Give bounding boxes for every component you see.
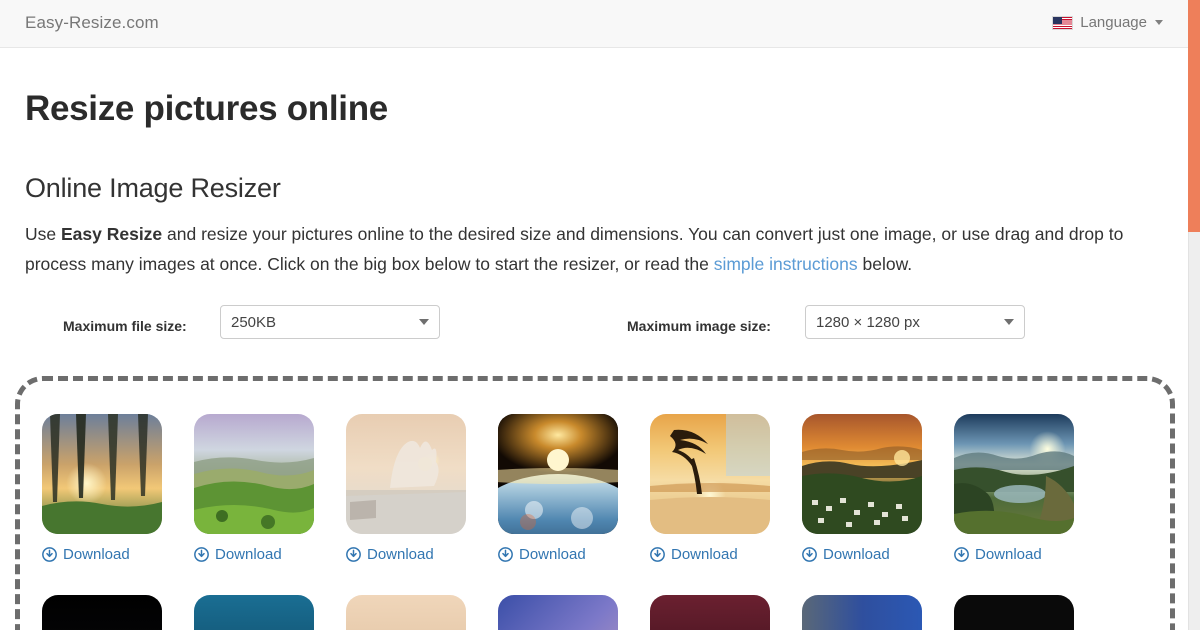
thumbnail-cell: Download [954,414,1074,563]
night-dark-thumbnail[interactable] [42,595,162,630]
thumbnail-cell: Download [954,595,1074,630]
sand-dune-thumbnail[interactable] [346,595,466,630]
purple-sky-thumbnail[interactable] [498,595,618,630]
red-dusk-thumbnail[interactable] [650,595,770,630]
us-flag-icon [1052,15,1074,30]
thumbnail-grid: Download Download Download Download Down… [42,414,1142,630]
thumbnail-cell: Download [498,595,618,630]
thumbnail-cell: Download [802,414,922,563]
image-dropzone[interactable]: Download Download Download Download Down… [15,376,1175,630]
intro-brand-bold: Easy Resize [60,224,163,244]
thumbnail-cell: Download [650,595,770,630]
download-label: Download [519,546,586,563]
thumbnail-cell: Download [498,414,618,563]
black-thumbnail[interactable] [954,595,1074,630]
download-link[interactable]: Download [802,546,922,563]
thumbnail-cell: Download [650,414,770,563]
max-file-size-select[interactable]: 250KB [220,305,440,339]
download-circle-icon [194,547,209,562]
lake-valley-thumbnail[interactable] [954,414,1074,534]
site-brand-link[interactable]: Easy-Resize.com [25,13,159,33]
download-circle-icon [802,547,817,562]
thumbnail-cell: Download [346,595,466,630]
options-row: Maximum file size: 250KB Maximum image s… [25,305,1163,349]
download-label: Download [367,546,434,563]
wave-splash-thumbnail[interactable] [346,414,466,534]
download-label: Download [63,546,130,563]
chevron-down-icon [419,319,429,325]
earth-sunrise-thumbnail[interactable] [498,414,618,534]
max-image-size-label: Maximum image size: [627,318,771,334]
chevron-down-icon [1155,20,1163,25]
language-menu[interactable]: Language [1052,14,1163,31]
teal-water-thumbnail[interactable] [194,595,314,630]
intro-text-2: and resize your pictures online to the d… [25,224,1124,274]
page-scrollbar-track[interactable] [1188,0,1200,630]
download-link[interactable]: Download [498,546,618,563]
forest-sunrise-thumbnail[interactable] [42,414,162,534]
intro-text-3: below. [857,253,913,274]
thumbnail-cell: Download [42,414,162,563]
download-label: Download [823,546,890,563]
max-file-size-label: Maximum file size: [63,318,187,334]
simple-instructions-link[interactable]: simple instructions [714,254,858,274]
download-circle-icon [42,547,57,562]
download-circle-icon [954,547,969,562]
slate-blue-thumbnail[interactable] [802,595,922,630]
language-menu-label: Language [1080,14,1147,31]
browser-viewport: Easy-Resize.com Language Resize pictures… [0,0,1188,630]
thumbnail-cell: Download [194,595,314,630]
thumbnail-cell: Download [194,414,314,563]
page-root: Easy-Resize.com Language Resize pictures… [0,0,1200,630]
download-label: Download [215,546,282,563]
mountain-village-thumbnail[interactable] [802,414,922,534]
download-link[interactable]: Download [954,546,1074,563]
download-link[interactable]: Download [346,546,466,563]
green-hills-thumbnail[interactable] [194,414,314,534]
download-circle-icon [498,547,513,562]
download-link[interactable]: Download [194,546,314,563]
chevron-down-icon [1004,319,1014,325]
section-title: Online Image Resizer [25,173,281,203]
download-link[interactable]: Download [42,546,162,563]
thumbnail-cell: Download [346,414,466,563]
thumbnail-cell: Download [802,595,922,630]
max-file-size-value: 250KB [231,313,277,331]
thumbnail-cell: Download [42,595,162,630]
page-scrollbar-thumb[interactable] [1188,0,1200,232]
top-navbar: Easy-Resize.com Language [0,0,1188,48]
max-image-size-value: 1280 × 1280 px [816,313,920,331]
download-circle-icon [650,547,665,562]
intro-text-1: Use [25,224,61,244]
main-content: Resize pictures online Online Image Resi… [0,48,1188,630]
palm-beach-thumbnail[interactable] [650,414,770,534]
max-image-size-select[interactable]: 1280 × 1280 px [805,305,1025,339]
download-link[interactable]: Download [650,546,770,563]
page-title: Resize pictures online [25,89,388,128]
intro-paragraph: Use Easy Resize and resize your pictures… [25,204,1160,279]
download-label: Download [671,546,738,563]
download-label: Download [975,546,1042,563]
download-circle-icon [346,547,361,562]
